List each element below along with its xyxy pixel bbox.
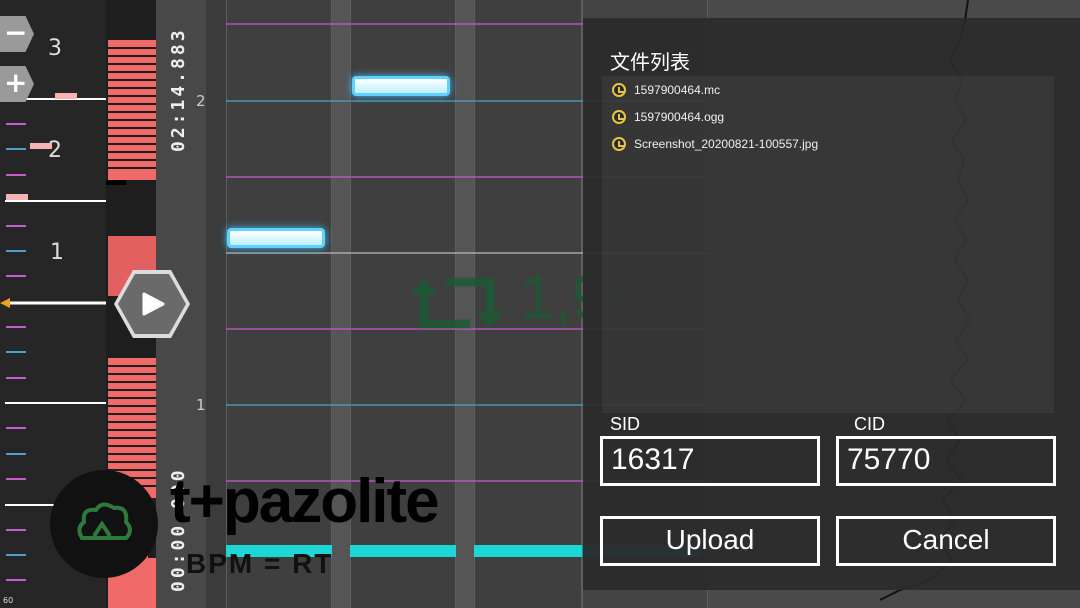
- file-item[interactable]: 1597900464.ogg: [612, 103, 1052, 130]
- repost-icon: [410, 277, 504, 329]
- bpm-label: BPM = RT: [186, 548, 334, 579]
- clock-icon: [612, 136, 626, 151]
- file-item[interactable]: 1597900464.mc: [612, 76, 1052, 103]
- file-name: 1597900464.mc: [634, 82, 721, 97]
- measure-number: 2: [48, 138, 62, 163]
- total-time: 02:14.883: [168, 27, 189, 152]
- sid-field[interactable]: 16317: [600, 436, 820, 486]
- artist-logo: [50, 470, 158, 578]
- judge-line: [350, 545, 456, 557]
- file-name: 1597900464.ogg: [634, 109, 725, 124]
- artist-logo-icon: [77, 502, 132, 540]
- cid-field[interactable]: 75770: [836, 436, 1056, 486]
- dialog-title: 文件列表: [610, 50, 690, 74]
- cid-label: CID: [854, 414, 885, 434]
- measure-number: 1: [50, 240, 64, 265]
- cancel-button[interactable]: Cancel: [836, 516, 1056, 566]
- measure-number: 3: [48, 36, 62, 61]
- tap-note[interactable]: [227, 228, 325, 248]
- ruler-scale-label: 60: [3, 596, 14, 605]
- upload-button[interactable]: Upload: [600, 516, 820, 566]
- tap-note[interactable]: [352, 76, 450, 96]
- sid-label: SID: [610, 414, 641, 434]
- play-icon: [118, 274, 186, 334]
- lane-measure-number: 1: [196, 396, 206, 414]
- file-list-items: 1597900464.mc 1597900464.ogg Screenshot_…: [612, 76, 1052, 157]
- file-item[interactable]: Screenshot_20200821-100557.jpg: [612, 130, 1052, 157]
- lane-measure-number: 2: [196, 92, 206, 110]
- file-name: Screenshot_20200821-100557.jpg: [634, 136, 819, 151]
- clock-icon: [612, 82, 626, 97]
- artist-name: t+pazolite: [170, 467, 440, 536]
- judge-line: [474, 545, 582, 557]
- clock-icon: [612, 109, 626, 124]
